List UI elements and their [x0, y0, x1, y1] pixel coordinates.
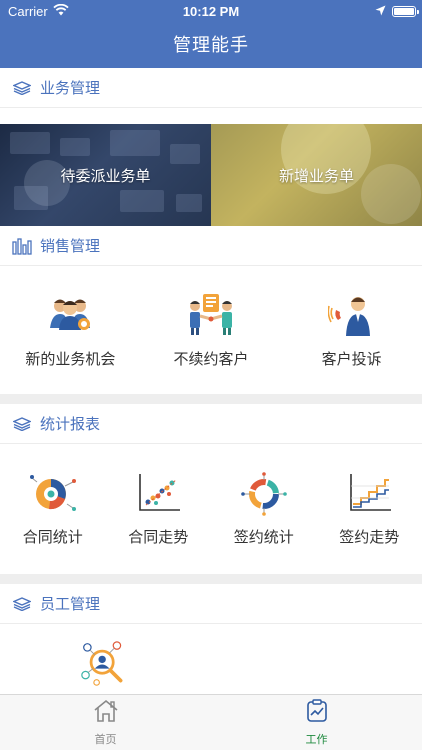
- customer-complaint-item[interactable]: 客户投诉: [281, 266, 422, 394]
- step-chart-icon: [345, 472, 393, 516]
- section-title: 销售管理: [40, 238, 101, 255]
- layers-icon: [12, 595, 32, 613]
- tab-home[interactable]: 首页: [0, 695, 211, 750]
- new-business-opportunity-item[interactable]: 新的业务机会: [0, 266, 141, 394]
- banner-label: 待委派业务单: [60, 167, 151, 185]
- item-label: 客户投诉: [321, 350, 382, 368]
- item-label: 合同统计: [22, 528, 83, 546]
- contract-stats-item[interactable]: 合同统计: [0, 444, 106, 574]
- pie-chart-icon: [29, 472, 77, 516]
- tab-bar: 首页 工作: [0, 694, 422, 750]
- item-label: 签约统计: [233, 528, 294, 546]
- home-icon: [93, 699, 119, 728]
- section-title: 业务管理: [40, 80, 101, 97]
- work-icon: [305, 698, 329, 728]
- signing-stats-item[interactable]: 签约统计: [211, 444, 317, 574]
- section-header-sales: 销售管理: [0, 226, 422, 266]
- layers-icon: [12, 415, 32, 433]
- section-header-staff: 员工管理: [0, 584, 422, 624]
- item-label: 新的业务机会: [25, 350, 116, 368]
- tab-label: 首页: [94, 733, 117, 746]
- battery-icon: [392, 5, 419, 17]
- sales-grid: 新的业务机会 不续约客户 客户投诉: [0, 266, 422, 394]
- page-title: 管理能手: [173, 35, 249, 55]
- item-label: 合同走势: [128, 528, 189, 546]
- item-label: 签约走势: [339, 528, 400, 546]
- section-header-stats: 统计报表: [0, 404, 422, 444]
- radial-chart-icon: [240, 471, 288, 516]
- pending-assign-orders-banner[interactable]: 待委派业务单: [0, 124, 211, 226]
- handshake-icon: [187, 292, 235, 336]
- status-bar: Carrier 10:12 PM: [0, 0, 422, 22]
- section-title: 统计报表: [40, 416, 101, 433]
- business-banners: 待委派业务单 新增业务单: [0, 124, 422, 226]
- new-order-banner[interactable]: 新增业务单: [211, 124, 422, 226]
- layers-icon: [12, 79, 32, 97]
- section-header-business: 业务管理: [0, 68, 422, 108]
- bar-chart-icon: [12, 237, 32, 255]
- contract-trend-item[interactable]: 合同走势: [106, 444, 212, 574]
- team-icon: [46, 292, 94, 336]
- section-title: 员工管理: [40, 596, 101, 613]
- phone-call-icon: [327, 292, 376, 336]
- tab-work[interactable]: 工作: [211, 695, 422, 750]
- main-content[interactable]: 业务管理 待委派业务单 新增业务单 销售管理 新的业务机会 不续约客户 客户投诉…: [0, 68, 422, 694]
- stats-grid: 合同统计 合同走势 签约统计 签约走势: [0, 444, 422, 574]
- wifi-icon: [53, 3, 69, 19]
- banner-label: 新增业务单: [278, 167, 354, 185]
- location-arrow-icon: [375, 4, 386, 19]
- carrier-label: Carrier: [8, 3, 48, 19]
- staff-search-item[interactable]: [80, 641, 128, 686]
- scatter-chart-icon: [134, 472, 182, 516]
- staff-grid: [0, 624, 422, 694]
- top-bar: Carrier 10:12 PM 管理能手: [0, 0, 422, 68]
- item-label: 不续约客户: [173, 350, 249, 368]
- staff-search-icon: [81, 641, 123, 686]
- signing-trend-item[interactable]: 签约走势: [317, 444, 422, 574]
- non-renewal-customer-item[interactable]: 不续约客户: [141, 266, 282, 394]
- tab-label: 工作: [305, 733, 328, 746]
